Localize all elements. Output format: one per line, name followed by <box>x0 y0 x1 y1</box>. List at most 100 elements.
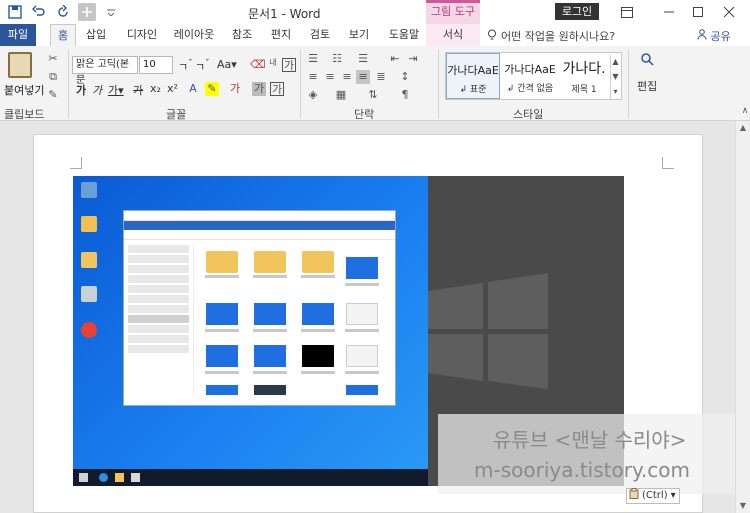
thumb-image <box>254 345 286 367</box>
person-icon <box>697 29 711 43</box>
explorer-address-bar <box>124 230 395 240</box>
borders-icon[interactable]: ▦ <box>334 88 348 102</box>
ribbon: 붙여넣기 ✂ ⧉ ✎ 클립보드 맑은 고딕(본문 10 ㄱˆ ㄱˇ Aa▾ ⌫ … <box>0 46 750 121</box>
style-heading-1[interactable]: 가나다. 제목 1 <box>559 53 609 99</box>
change-case-icon[interactable]: Aa▾ <box>217 58 237 71</box>
scroll-up-icon[interactable]: ▲ <box>610 55 620 69</box>
search-icon[interactable] <box>636 52 658 74</box>
paste-icon[interactable] <box>8 52 32 78</box>
copy-icon[interactable]: ⧉ <box>46 70 60 84</box>
text-effects-icon[interactable]: A <box>186 82 200 96</box>
styles-gallery: 가나다AaE ↲ 표준 가나다AaE ↲ 간격 없음 가나다. 제목 1 ▲ ▼… <box>445 52 622 100</box>
thumb-image <box>346 385 378 395</box>
clipboard-group-label: 클립보드 <box>4 108 45 121</box>
scroll-up-arrow-icon[interactable]: ▲ <box>738 123 748 133</box>
font-size-box[interactable]: 10 <box>139 56 173 74</box>
underline-icon[interactable]: 가▾ <box>108 82 124 98</box>
touch-mode-icon[interactable] <box>78 3 96 21</box>
collapse-ribbon-icon[interactable]: ∧ <box>738 104 750 118</box>
bullets-icon[interactable]: ☰ <box>306 52 320 66</box>
tab-help[interactable]: 도움말 <box>385 24 423 46</box>
tab-review[interactable]: 검토 <box>306 24 334 46</box>
minimize-icon[interactable] <box>658 3 680 21</box>
tab-format[interactable]: 서식 <box>426 24 480 46</box>
ribbon-display-icon[interactable] <box>616 3 638 21</box>
font-name-box[interactable]: 맑은 고딕(본문 <box>72 56 138 86</box>
tab-home[interactable]: 홈 <box>50 24 76 46</box>
undo-icon[interactable] <box>30 3 48 21</box>
thumb-image <box>346 257 378 279</box>
clear-formatting-icon[interactable]: ⌫ <box>250 58 266 72</box>
edge-icon <box>99 473 108 482</box>
style-normal[interactable]: 가나다AaE ↲ 표준 <box>446 53 500 99</box>
share-button[interactable]: 공유 <box>697 28 731 44</box>
redo-icon[interactable] <box>54 3 72 21</box>
thumb-caption <box>345 371 379 374</box>
thumb-caption <box>205 275 239 278</box>
thumb-image <box>302 345 334 367</box>
close-icon[interactable] <box>718 3 740 21</box>
italic-icon[interactable]: 가 <box>92 82 102 98</box>
shading-icon[interactable]: ◈ <box>306 88 320 102</box>
login-button[interactable]: 로그인 <box>555 3 599 20</box>
desktop-background <box>73 176 428 486</box>
superscript-icon[interactable]: x² <box>167 82 178 95</box>
strikethrough-icon[interactable]: 가 <box>133 82 143 98</box>
highlight-icon[interactable]: ✎ <box>205 82 219 96</box>
tell-me-box[interactable]: 어떤 작업을 원하시나요? <box>487 28 615 44</box>
scroll-down-icon[interactable]: ▼ <box>610 70 620 84</box>
thumb-caption <box>301 371 335 374</box>
distributed-icon[interactable]: ≣ <box>374 70 388 84</box>
grow-font-icon[interactable]: ㄱˆ <box>178 58 193 75</box>
save-icon[interactable] <box>6 3 24 21</box>
thumb-caption <box>205 329 239 332</box>
styles-group-label: 스타일 <box>513 108 544 121</box>
show-marks-icon[interactable]: ¶ <box>398 88 412 102</box>
watermark-line-1: 유튜브 <맨날 수리야> <box>493 428 687 452</box>
enclose-chars-icon[interactable]: 가 <box>282 58 296 72</box>
line-spacing-icon[interactable]: ↕ <box>398 70 412 84</box>
align-left-icon[interactable]: ≡ <box>306 70 320 84</box>
shrink-font-icon[interactable]: ㄱˇ <box>195 58 210 75</box>
subscript-icon[interactable]: x₂ <box>150 82 161 95</box>
paste-options-button[interactable]: (Ctrl) ▾ <box>626 488 680 504</box>
tab-mailings[interactable]: 편지 <box>267 24 295 46</box>
decrease-indent-icon[interactable]: ⇤ <box>388 52 402 66</box>
multilevel-list-icon[interactable]: ☰ <box>356 52 370 66</box>
align-right-icon[interactable]: ≡ <box>340 70 354 84</box>
justify-icon[interactable]: ≡ <box>356 70 370 84</box>
thumb-caption <box>253 371 287 374</box>
cut-icon[interactable]: ✂ <box>46 52 60 66</box>
tab-view[interactable]: 보기 <box>345 24 373 46</box>
scroll-down-arrow-icon[interactable]: ▼ <box>738 501 748 511</box>
customize-icon[interactable] <box>102 3 120 21</box>
tab-references[interactable]: 참조 <box>228 24 256 46</box>
taskbar <box>73 469 428 486</box>
vertical-scrollbar[interactable]: ▲ ▼ <box>735 121 750 513</box>
lightbulb-icon <box>487 29 497 44</box>
divider <box>300 50 301 118</box>
sort-icon[interactable]: ⇅ <box>366 88 380 102</box>
store-icon <box>131 473 140 482</box>
more-styles-icon[interactable]: ▾ <box>610 85 620 99</box>
tab-file[interactable]: 파일 <box>0 24 36 46</box>
tab-design[interactable]: 디자인 <box>123 24 161 46</box>
thumb-folder <box>302 251 334 273</box>
folder-icon <box>81 252 97 268</box>
maximize-icon[interactable] <box>687 3 709 21</box>
char-shading-icon[interactable]: 가 <box>252 82 266 96</box>
tab-insert[interactable]: 삽입 <box>82 24 110 46</box>
bold-icon[interactable]: 가 <box>76 82 86 98</box>
paste-button-label[interactable]: 붙여넣기 <box>4 82 44 98</box>
increase-indent-icon[interactable]: ⇥ <box>406 52 420 66</box>
font-color-icon[interactable]: 가 <box>228 82 242 96</box>
tab-layout[interactable]: 레이아웃 <box>170 24 218 46</box>
editing-label[interactable]: 편집 <box>637 78 657 94</box>
align-center-icon[interactable]: ≡ <box>323 70 337 84</box>
format-painter-icon[interactable]: ✎ <box>46 88 60 102</box>
char-border-icon[interactable]: 가 <box>270 82 284 96</box>
style-no-spacing[interactable]: 가나다AaE ↲ 간격 없음 <box>502 53 558 99</box>
phonetic-guide-icon[interactable]: 내 <box>266 56 280 70</box>
thumb-image <box>254 303 286 325</box>
numbering-icon[interactable]: ☷ <box>330 52 344 66</box>
